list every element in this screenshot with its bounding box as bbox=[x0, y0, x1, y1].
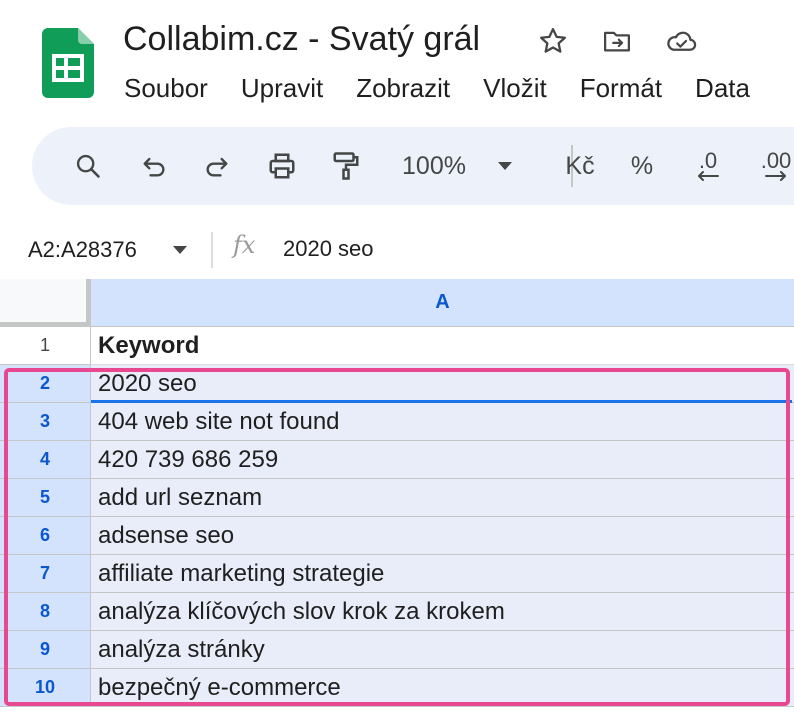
row-header[interactable]: 5 bbox=[0, 479, 91, 517]
currency-format-button[interactable]: Kč bbox=[555, 146, 605, 186]
search-icon[interactable] bbox=[68, 146, 108, 186]
move-to-folder-icon[interactable] bbox=[600, 24, 634, 58]
star-icon[interactable] bbox=[536, 24, 570, 58]
menu-edit[interactable]: Upravit bbox=[241, 68, 323, 108]
row-header[interactable]: 1 bbox=[0, 327, 91, 365]
percent-format-button[interactable]: % bbox=[622, 146, 662, 186]
toolbar: 100% Kč % .0 .00 bbox=[32, 127, 794, 205]
keyword-cell[interactable]: adsense seo bbox=[91, 517, 794, 555]
fx-icon: fx bbox=[233, 231, 256, 259]
keyword-cell[interactable]: affiliate marketing strategie bbox=[91, 555, 794, 593]
table-row: 9 analýza stránky bbox=[0, 631, 794, 669]
table-row: 8 analýza klíčových slov krok za krokem bbox=[0, 593, 794, 631]
table-row: 10 bezpečný e-commerce bbox=[0, 669, 794, 707]
name-box[interactable]: A2:A28376 bbox=[28, 232, 198, 268]
print-icon[interactable] bbox=[262, 146, 302, 186]
table-row: 1 Keyword bbox=[0, 327, 794, 365]
arrow-right-icon bbox=[765, 171, 786, 181]
row-header[interactable]: 3 bbox=[0, 403, 91, 441]
name-box-dropdown-icon bbox=[173, 246, 187, 254]
row-header[interactable]: 7 bbox=[0, 555, 91, 593]
select-all-corner[interactable] bbox=[0, 279, 91, 327]
table-row: 5 add url seznam bbox=[0, 479, 794, 517]
arrow-left-icon bbox=[698, 171, 719, 181]
row-header[interactable]: 6 bbox=[0, 517, 91, 555]
row-header[interactable]: 4 bbox=[0, 441, 91, 479]
row-header[interactable]: 8 bbox=[0, 593, 91, 631]
name-box-value: A2:A28376 bbox=[28, 237, 137, 262]
row-header[interactable]: 9 bbox=[0, 631, 91, 669]
zoom-select[interactable]: 100% bbox=[394, 146, 474, 186]
sheets-logo-icon[interactable] bbox=[42, 28, 94, 98]
keyword-cell[interactable]: 2020 seo bbox=[91, 365, 794, 403]
increase-decimals-button[interactable]: .00 bbox=[750, 146, 794, 186]
header-cell[interactable]: Keyword bbox=[91, 327, 794, 365]
menu-insert[interactable]: Vložit bbox=[483, 68, 547, 108]
menu-bar: Soubor Upravit Zobrazit Vložit Formát Da… bbox=[124, 68, 783, 108]
table-row: 3 404 web site not found bbox=[0, 403, 794, 441]
formula-bar-divider bbox=[211, 232, 213, 268]
cloud-saved-icon[interactable] bbox=[664, 24, 698, 58]
keyword-cell[interactable]: analýza klíčových slov krok za krokem bbox=[91, 593, 794, 631]
row-header[interactable]: 10 bbox=[0, 669, 91, 707]
zoom-value: 100% bbox=[402, 151, 466, 180]
spreadsheet-grid: A 1 Keyword 2 2020 seo 3 404 web site not fou… bbox=[0, 279, 794, 712]
menu-data[interactable]: Data bbox=[695, 68, 750, 108]
paint-format-icon[interactable] bbox=[326, 146, 366, 186]
keyword-cell[interactable]: add url seznam bbox=[91, 479, 794, 517]
document-title[interactable]: Collabim.cz - Svatý grál bbox=[123, 17, 480, 61]
menu-view[interactable]: Zobrazit bbox=[356, 68, 450, 108]
menu-file[interactable]: Soubor bbox=[124, 68, 208, 108]
keyword-cell[interactable]: 404 web site not found bbox=[91, 403, 794, 441]
table-row: 4 420 739 686 259 bbox=[0, 441, 794, 479]
row-header[interactable]: 2 bbox=[0, 365, 91, 403]
table-row: 2 2020 seo bbox=[0, 365, 794, 403]
keyword-cell[interactable]: analýza stránky bbox=[91, 631, 794, 669]
formula-input[interactable]: 2020 seo bbox=[283, 233, 374, 265]
undo-icon[interactable] bbox=[134, 146, 174, 186]
table-row: 6 adsense seo bbox=[0, 517, 794, 555]
column-header-a[interactable]: A bbox=[91, 279, 794, 327]
redo-icon[interactable] bbox=[197, 146, 237, 186]
table-row: 7 affiliate marketing strategie bbox=[0, 555, 794, 593]
keyword-cell[interactable]: bezpečný e-commerce bbox=[91, 669, 794, 707]
keyword-cell[interactable]: 420 739 686 259 bbox=[91, 441, 794, 479]
decrease-decimals-button[interactable]: .0 bbox=[684, 146, 732, 186]
menu-format[interactable]: Formát bbox=[580, 68, 662, 108]
zoom-dropdown-icon[interactable] bbox=[492, 146, 518, 186]
